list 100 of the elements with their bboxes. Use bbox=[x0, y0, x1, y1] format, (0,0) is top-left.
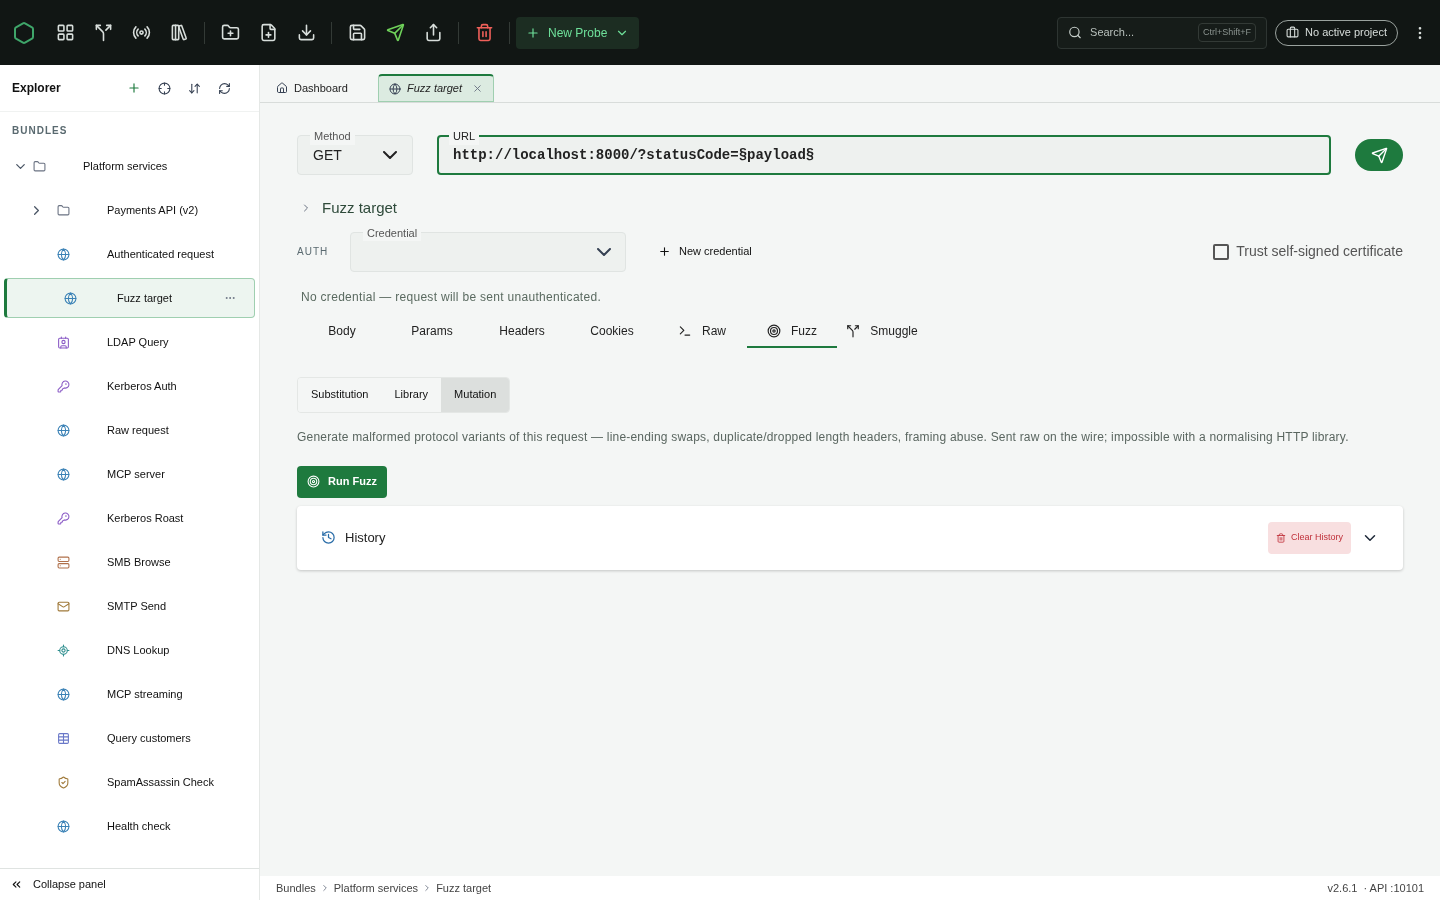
tree-item-label: MCP streaming bbox=[107, 686, 183, 702]
globe-icon bbox=[56, 247, 70, 261]
tree-item-label: DNS Lookup bbox=[107, 642, 170, 658]
split-icon bbox=[846, 323, 861, 338]
share-icon bbox=[423, 23, 443, 42]
tree-item-label: Query customers bbox=[107, 730, 191, 746]
plus-icon bbox=[526, 25, 540, 40]
tree-item[interactable]: Authenticated request bbox=[0, 234, 259, 274]
checkbox[interactable] bbox=[1213, 243, 1230, 260]
editor-tab[interactable]: Dashboard bbox=[266, 74, 374, 102]
tree-item[interactable]: DNS Lookup bbox=[0, 630, 259, 670]
mode-tab[interactable]: Mutation bbox=[441, 377, 510, 412]
target-icon bbox=[56, 643, 70, 657]
shield-icon bbox=[56, 775, 70, 789]
request-tab[interactable]: Params bbox=[387, 315, 477, 348]
history-title: History bbox=[345, 528, 386, 547]
tree-item-label: Raw request bbox=[107, 422, 169, 438]
locate-icon[interactable] bbox=[158, 81, 171, 95]
section-title: Fuzz target bbox=[322, 198, 398, 218]
server-icon bbox=[56, 555, 70, 569]
history-icon bbox=[321, 530, 336, 545]
folder-icon bbox=[32, 159, 46, 173]
tree-item-label: Fuzz target bbox=[117, 290, 173, 306]
target-icon bbox=[767, 323, 781, 338]
editor-tab[interactable]: Fuzz target bbox=[378, 74, 495, 102]
globe-icon bbox=[63, 291, 77, 305]
broadcast-icon bbox=[131, 23, 151, 42]
grid-icon bbox=[55, 23, 75, 42]
caret-icon bbox=[383, 151, 397, 159]
trust-checkbox[interactable]: Trust self-signed certificate bbox=[1213, 241, 1403, 262]
tree-item[interactable]: Kerberos Roast bbox=[0, 498, 259, 538]
send-button[interactable] bbox=[1355, 139, 1403, 171]
request-tab[interactable]: Cookies bbox=[567, 315, 657, 348]
clear-history-button[interactable]: Clear History bbox=[1268, 521, 1351, 554]
breadcrumb-item[interactable]: Fuzz target bbox=[436, 879, 492, 897]
tree-item-label: SpamAssassin Check bbox=[107, 774, 214, 790]
logo-icon bbox=[12, 20, 36, 45]
search-bar[interactable]: Search... Ctrl+Shift+F bbox=[1057, 16, 1268, 49]
tree-item[interactable]: SMB Browse bbox=[0, 542, 259, 582]
tree-item[interactable]: Health check bbox=[0, 806, 259, 846]
request-tab[interactable]: Smuggle bbox=[837, 315, 927, 348]
tree-item[interactable]: MCP server bbox=[0, 454, 259, 494]
close-icon[interactable] bbox=[472, 83, 484, 94]
tree-item[interactable]: SpamAssassin Check bbox=[0, 762, 259, 802]
key-icon bbox=[56, 511, 70, 525]
download-icon bbox=[296, 23, 316, 42]
new-folder-icon bbox=[220, 23, 240, 42]
breadcrumb-item[interactable]: Platform services bbox=[333, 879, 419, 897]
breadcrumb-item[interactable]: Bundles bbox=[276, 879, 316, 897]
globe-icon bbox=[56, 819, 70, 833]
globe-icon bbox=[389, 82, 401, 95]
tree-item[interactable]: MCP streaming bbox=[0, 674, 259, 714]
collapse-panel-button[interactable]: Collapse panel bbox=[0, 868, 259, 900]
tree-item-label: Payments API (v2) bbox=[107, 202, 199, 218]
new-file-icon bbox=[258, 23, 278, 42]
refresh-icon[interactable] bbox=[218, 81, 231, 95]
envelope-icon bbox=[56, 599, 70, 613]
globe-icon bbox=[56, 687, 70, 701]
tree-item[interactable]: Payments API (v2) bbox=[0, 190, 259, 230]
tree-item[interactable]: Platform services bbox=[0, 146, 259, 186]
panel-title: Explorer bbox=[12, 80, 61, 97]
request-tab[interactable]: Headers bbox=[477, 315, 567, 348]
send-icon bbox=[385, 23, 405, 42]
tree-item[interactable]: Kerberos Auth bbox=[0, 366, 259, 406]
tree-item-label: Authenticated request bbox=[107, 246, 215, 262]
key-icon bbox=[56, 379, 70, 393]
tree-item-label: LDAP Query bbox=[107, 334, 169, 350]
tree-item[interactable]: Raw request bbox=[0, 410, 259, 450]
table-icon bbox=[56, 731, 70, 745]
tree-item-label: MCP server bbox=[107, 466, 165, 482]
new-probe-button[interactable]: New Probe bbox=[516, 16, 640, 49]
target-icon bbox=[307, 475, 320, 488]
briefcase-icon bbox=[1286, 26, 1300, 39]
search-icon bbox=[1068, 24, 1083, 41]
new-credential-button[interactable]: New credential bbox=[658, 243, 752, 260]
tree-item-label: SMTP Send bbox=[107, 598, 167, 614]
tree-item-label: Kerberos Roast bbox=[107, 510, 184, 526]
tree-item-label: Kerberos Auth bbox=[107, 378, 177, 394]
shortcut-hint: Ctrl+Shift+F bbox=[1198, 22, 1257, 43]
globe-icon bbox=[56, 467, 70, 481]
request-tab[interactable]: Fuzz bbox=[747, 315, 837, 348]
save-icon bbox=[347, 23, 367, 42]
tree-item[interactable]: Fuzz target bbox=[4, 278, 255, 318]
request-tab[interactable]: Raw bbox=[657, 315, 747, 348]
split-icon bbox=[93, 23, 113, 42]
tree-item[interactable]: SMTP Send bbox=[0, 586, 259, 626]
tree-item[interactable]: LDAP Query bbox=[0, 322, 259, 362]
version-label: v2.6.1 bbox=[1327, 880, 1358, 896]
api-port-label: · API :10101 bbox=[1363, 880, 1424, 896]
run-fuzz-button[interactable]: Run Fuzz bbox=[297, 465, 387, 498]
home-icon bbox=[276, 82, 288, 94]
sort-icon[interactable] bbox=[188, 81, 201, 95]
tree-item[interactable]: Query customers bbox=[0, 718, 259, 758]
request-tab[interactable]: Body bbox=[297, 315, 387, 348]
auth-note: No credential — request will be sent unauthenticated. bbox=[301, 288, 603, 306]
section-label: BUNDLES bbox=[11, 124, 69, 138]
search-field[interactable]: Search... bbox=[1090, 24, 1191, 41]
add-icon[interactable] bbox=[127, 81, 141, 95]
tree-item-label: Health check bbox=[107, 818, 171, 834]
collapse-icon bbox=[10, 878, 23, 891]
